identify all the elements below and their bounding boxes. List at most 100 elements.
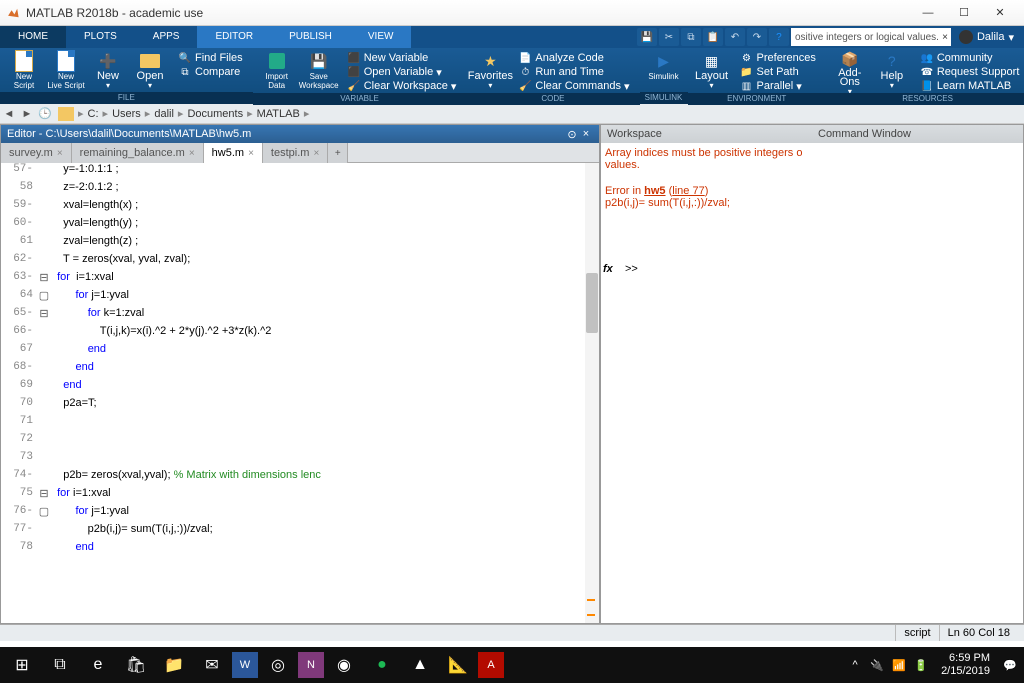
open-button[interactable]: Open▾ — [130, 50, 170, 92]
folder-icon[interactable] — [58, 107, 74, 121]
tray-power-icon[interactable]: 🔌 — [867, 659, 887, 672]
minimize-button[interactable]: — — [910, 3, 946, 23]
error-text: Error in hw5 (line 77) — [605, 185, 1019, 197]
community-button[interactable]: 👥Community — [918, 51, 1022, 65]
maximize-button[interactable]: ☐ — [946, 3, 982, 23]
parallel-button[interactable]: ▥Parallel ▾ — [738, 79, 818, 93]
store-icon[interactable]: 🛍 — [118, 650, 154, 680]
new-script-button[interactable]: New Script — [4, 50, 44, 92]
start-button[interactable]: ⊞ — [4, 650, 40, 680]
clear-commands-button[interactable]: 🧹Clear Commands ▾ — [516, 79, 631, 93]
cmdwin-header[interactable]: Command Window — [812, 125, 1023, 143]
system-clock[interactable]: 6:59 PM2/15/2019 — [933, 652, 998, 678]
taskview-icon[interactable]: ⧉ — [42, 650, 78, 680]
crumb[interactable]: Documents — [183, 108, 247, 120]
preferences-button[interactable]: ⚙Preferences — [738, 51, 818, 65]
tab-view[interactable]: VIEW — [350, 26, 412, 48]
crumb[interactable]: Users — [108, 108, 145, 120]
new-variable-button[interactable]: ⬛New Variable — [345, 51, 459, 65]
qat-save-icon[interactable]: 💾 — [637, 28, 657, 46]
edge-icon[interactable]: e — [80, 650, 116, 680]
search-docs-input[interactable]: ositive integers or logical values. — [791, 28, 951, 46]
crumb[interactable]: MATLAB — [253, 108, 304, 120]
open-variable-button[interactable]: ⬛Open Variable ▾ — [345, 65, 459, 79]
app-icon[interactable]: ▲ — [402, 650, 438, 680]
file-tab[interactable]: survey.m× — [1, 143, 72, 163]
user-menu[interactable]: Dalila ▾ — [953, 30, 1020, 44]
add-tab-button[interactable]: + — [328, 143, 348, 163]
file-tab[interactable]: remaining_balance.m× — [72, 143, 204, 163]
simulink-button[interactable]: ▶Simulink — [644, 50, 684, 92]
crumb[interactable]: C: — [84, 108, 103, 120]
nav-back-button[interactable]: ◄ — [0, 106, 18, 122]
group-resources-label: RESOURCES — [826, 93, 1024, 105]
group-file-label: FILE — [0, 92, 253, 104]
chrome-icon[interactable]: ◉ — [326, 650, 362, 680]
support-button[interactable]: ☎Request Support — [918, 65, 1022, 79]
matlab-taskbar-icon[interactable]: 📐 — [440, 650, 476, 680]
command-window[interactable]: Array indices must be positive integers … — [601, 143, 1023, 623]
scrollbar-thumb[interactable] — [586, 273, 598, 333]
group-simulink-label: SIMULINK — [640, 92, 688, 104]
qat-paste-icon[interactable]: 📋 — [703, 28, 723, 46]
qat-copy-icon[interactable]: ⧉ — [681, 28, 701, 46]
word-icon[interactable]: W — [232, 652, 258, 678]
close-tab-icon[interactable]: × — [189, 148, 195, 159]
fx-icon[interactable]: fx — [603, 263, 613, 275]
qat-cut-icon[interactable]: ✂ — [659, 28, 679, 46]
status-lncol: Ln 60 Col 18 — [939, 625, 1018, 641]
notifications-icon[interactable]: 💬 — [1000, 659, 1020, 672]
close-tab-icon[interactable]: × — [313, 148, 319, 159]
tray-battery-icon[interactable]: 🔋 — [911, 659, 931, 672]
tab-apps[interactable]: APPS — [135, 26, 198, 48]
error-text: p2b(i,j)= sum(T(i,j,:))/zval; — [605, 197, 1019, 209]
crumb[interactable]: dalil — [150, 108, 178, 120]
clear-workspace-button[interactable]: 🧹Clear Workspace ▾ — [345, 79, 459, 93]
file-tab[interactable]: hw5.m× — [204, 143, 263, 163]
save-workspace-button[interactable]: 💾Save Workspace — [299, 50, 339, 92]
tray-wifi-icon[interactable]: 📶 — [889, 659, 909, 672]
set-path-button[interactable]: 📁Set Path — [738, 65, 818, 79]
panel-actions-icon[interactable]: ⊙ — [565, 127, 579, 141]
nav-up-button[interactable]: 🕒 — [36, 106, 54, 122]
spotify-icon[interactable]: ● — [364, 650, 400, 680]
file-tab[interactable]: testpi.m× — [263, 143, 328, 163]
file-tabs: survey.m×remaining_balance.m×hw5.m×testp… — [1, 143, 599, 163]
new-button[interactable]: ➕New▾ — [88, 50, 128, 92]
tab-home[interactable]: HOME — [0, 26, 66, 48]
app-icon[interactable]: ◎ — [260, 650, 296, 680]
analyze-code-button[interactable]: 📄Analyze Code — [516, 51, 631, 65]
workspace-header[interactable]: Workspace — [601, 125, 812, 143]
mail-icon[interactable]: ✉ — [194, 650, 230, 680]
compare-button[interactable]: ⧉Compare — [176, 65, 245, 79]
find-files-button[interactable]: 🔍Find Files — [176, 51, 245, 65]
help-button[interactable]: ?Help▾ — [872, 50, 912, 92]
addons-button[interactable]: 📦Add-Ons▾ — [830, 50, 870, 92]
right-panel: Workspace Command Window Array indices m… — [600, 124, 1024, 624]
qat-redo-icon[interactable]: ↷ — [747, 28, 767, 46]
explorer-icon[interactable]: 📁 — [156, 650, 192, 680]
qat-undo-icon[interactable]: ↶ — [725, 28, 745, 46]
tray-up-icon[interactable]: ^ — [845, 659, 865, 671]
close-tab-icon[interactable]: × — [57, 148, 63, 159]
import-data-button[interactable]: Import Data — [257, 50, 297, 92]
tab-editor[interactable]: EDITOR — [197, 26, 271, 48]
title-bar: MATLAB R2018b - academic use — ☐ ✕ — [0, 0, 1024, 26]
editor-header[interactable]: Editor - C:\Users\dalil\Documents\MATLAB… — [1, 125, 599, 143]
learn-button[interactable]: 📘Learn MATLAB — [918, 79, 1022, 93]
onenote-icon[interactable]: N — [298, 652, 324, 678]
close-tab-icon[interactable]: × — [248, 148, 254, 159]
tab-plots[interactable]: PLOTS — [66, 26, 135, 48]
run-and-time-button[interactable]: ⏱Run and Time — [516, 65, 631, 79]
acrobat-icon[interactable]: A — [478, 652, 504, 678]
code-editor[interactable]: 57- y=-1:0.1:1 ;58 z=-2:0.1:2 ;59- xval=… — [1, 163, 599, 623]
nav-fwd-button[interactable]: ► — [18, 106, 36, 122]
windows-taskbar: ⊞ ⧉ e 🛍 📁 ✉ W ◎ N ◉ ● ▲ 📐 A ^ 🔌 📶 🔋 6:59… — [0, 647, 1024, 683]
new-live-script-button[interactable]: New Live Script — [46, 50, 86, 92]
close-button[interactable]: ✕ — [982, 3, 1018, 23]
favorites-button[interactable]: ★Favorites▾ — [470, 50, 510, 92]
layout-button[interactable]: ▦Layout▾ — [692, 50, 732, 92]
toolstrip: New Script New Live Script ➕New▾ Open▾ 🔍… — [0, 48, 1024, 104]
tab-publish[interactable]: PUBLISH — [271, 26, 350, 48]
qat-help-icon[interactable]: ? — [769, 28, 789, 46]
